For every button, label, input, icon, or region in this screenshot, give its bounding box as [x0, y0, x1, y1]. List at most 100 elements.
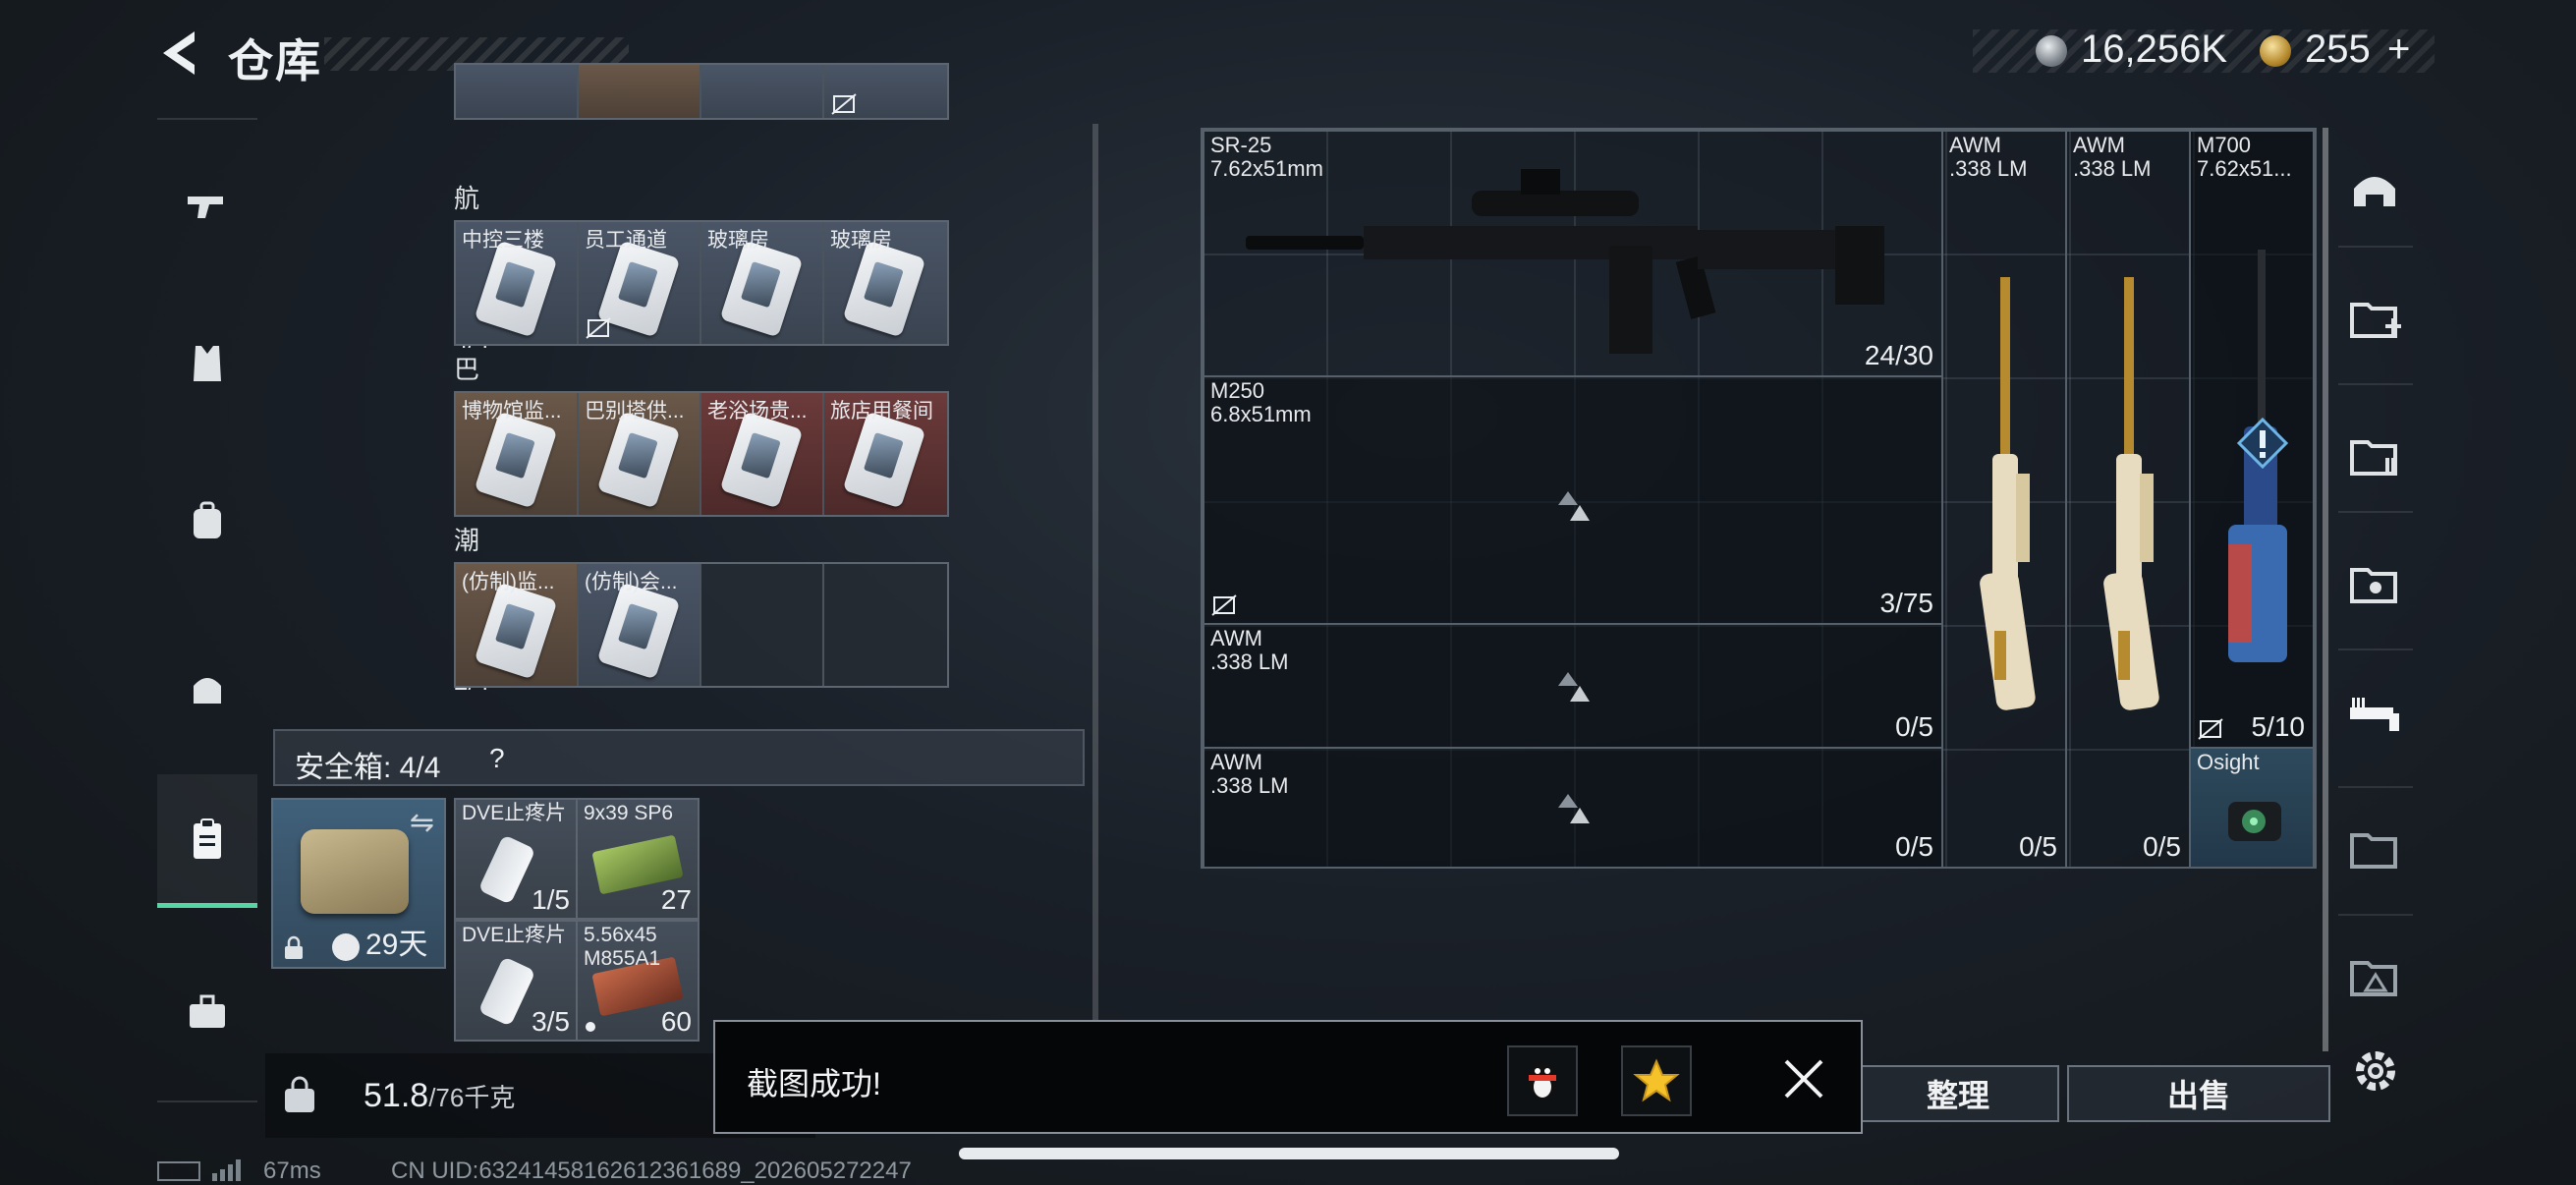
- keycard-label: 老浴场贵...: [707, 400, 808, 423]
- backpack-icon: [194, 501, 221, 538]
- nav-helmets[interactable]: [2330, 138, 2419, 246]
- ammo-count: 0/5: [1895, 711, 1933, 742]
- keycard-slot[interactable]: (仿制)会...: [579, 564, 701, 686]
- attachment-name: Osight: [2197, 750, 2260, 774]
- keycard-label: (仿制)会...: [585, 571, 678, 593]
- nav-gear[interactable]: [157, 629, 257, 747]
- nav-armor[interactable]: [157, 305, 257, 423]
- safebox-case[interactable]: ⇋ 29天: [271, 798, 446, 969]
- empty-keycard-slot[interactable]: [824, 564, 947, 686]
- warning-diamond-icon: [2236, 417, 2289, 470]
- home-indicator[interactable]: [959, 1148, 1619, 1159]
- keycard-image: [474, 240, 558, 338]
- keycard-image: [596, 582, 681, 680]
- silver-coin-icon: [2036, 35, 2067, 67]
- keycard-row-1: 中控三楼 员工通道 玻璃房 玻璃房: [454, 220, 949, 346]
- keycard-slot[interactable]: 旅店用餐间: [824, 393, 947, 515]
- nav-misc[interactable]: [2330, 796, 2419, 904]
- clipboard-icon: [194, 818, 221, 859]
- share-qq-button[interactable]: [1507, 1045, 1578, 1116]
- gold-add-button[interactable]: +: [2387, 28, 2410, 72]
- qq-penguin-icon: [1529, 1063, 1556, 1099]
- nav-equipment[interactable]: [2330, 531, 2419, 639]
- keycard-slot[interactable]: 中控三楼: [456, 222, 579, 344]
- weapon-name: AWM .338 LM: [1949, 133, 2028, 181]
- uid-readout: CN UID:632414581626123​61689_20260527224…: [391, 1157, 912, 1184]
- keycard-label: 巴别塔供...: [585, 400, 685, 423]
- stash-scrollbar[interactable]: [1092, 124, 1098, 1028]
- swap-icon[interactable]: ⇋: [410, 806, 434, 840]
- keycard-slot[interactable]: [456, 65, 579, 118]
- screenshot-toast: 截图成功!: [713, 1020, 1863, 1134]
- nav-special[interactable]: [2330, 924, 2419, 1032]
- keycard-slot[interactable]: 老浴场贵...: [701, 393, 824, 515]
- keycard-slot[interactable]: 玻璃房: [701, 222, 824, 344]
- back-arrow-icon[interactable]: [155, 28, 202, 79]
- ping-readout: 67ms: [263, 1157, 321, 1184]
- nav-ammo[interactable]: [2330, 403, 2419, 511]
- folder-medkit-icon: [2350, 303, 2401, 338]
- keycard-slot[interactable]: [824, 65, 947, 118]
- item-label: DVE止疼片: [462, 802, 567, 824]
- keycard-slot[interactable]: (仿制)监...: [456, 564, 579, 686]
- nav-weapons[interactable]: [157, 147, 257, 265]
- weapon-name: AWM .338 LM: [1210, 750, 1289, 798]
- rifle-image: [1246, 169, 1884, 354]
- painkiller-image: [477, 956, 536, 1027]
- safebox-item[interactable]: DVE止疼片 1/5: [454, 798, 578, 920]
- weapon-name: AWM .338 LM: [1210, 626, 1289, 674]
- attachment-slot-osight[interactable]: Osight: [2189, 747, 2315, 869]
- placeholder-icon: [1558, 491, 1590, 521]
- battery-icon: [157, 1161, 200, 1181]
- ammo-count: 0/5: [1895, 831, 1933, 862]
- keycard-slot[interactable]: 博物馆监...: [456, 393, 579, 515]
- keycard-slot[interactable]: 巴别塔供...: [579, 393, 701, 515]
- nav-toolbox[interactable]: [157, 953, 257, 1071]
- toast-message: 截图成功!: [747, 1066, 881, 1101]
- gold-amount: 255: [2305, 28, 2371, 71]
- rifle-rack-icon: [2350, 698, 2399, 731]
- weapon-slot-m250[interactable]: M250 6.8x51mm 3/75: [1203, 375, 1943, 625]
- keycard-slot[interactable]: [701, 65, 824, 118]
- keycard-label: (仿制)监...: [462, 571, 555, 593]
- weapon-slot-sr25[interactable]: SR-25 7.62x51mm 24/30: [1203, 130, 1943, 377]
- keycard-row-3: (仿制)监... (仿制)会...: [454, 562, 949, 688]
- weapon-slot-awm[interactable]: AWM .338 LM 0/5: [1203, 623, 1943, 749]
- helmet-icon: [2354, 177, 2395, 206]
- clock-icon: [332, 933, 360, 961]
- left-category-nav: [157, 118, 257, 1100]
- keycard-slot[interactable]: 玻璃房: [824, 222, 947, 344]
- weight-max: /76千克: [428, 1083, 516, 1112]
- weapon-slot-awm-gold[interactable]: AWM .338 LM 0/5: [2065, 130, 2191, 869]
- keycard-slot[interactable]: [579, 65, 701, 118]
- safebox-item[interactable]: DVE止疼片 3/5: [454, 920, 578, 1042]
- keycard-image: [842, 411, 926, 509]
- share-qzone-button[interactable]: [1621, 1045, 1692, 1116]
- weapon-slot-awm-gold[interactable]: AWM .338 LM 0/5: [1941, 130, 2067, 869]
- weapon-slot-awm[interactable]: AWM .338 LM 0/5: [1203, 747, 1943, 869]
- help-icon[interactable]: ?: [489, 743, 505, 774]
- nav-backpack[interactable]: [157, 462, 257, 580]
- gold-rifle-image: [2103, 277, 2159, 710]
- sell-button[interactable]: 出售: [2067, 1065, 2330, 1122]
- status-dot: [586, 1022, 595, 1032]
- ammo-count: 5/10: [2251, 711, 2306, 742]
- weapon-scrollbar[interactable]: [2323, 128, 2328, 1051]
- nav-medical[interactable]: [2330, 265, 2419, 373]
- toolbox-icon: [190, 994, 225, 1028]
- keycard-image: [474, 582, 558, 680]
- folder-camera-icon: [2350, 568, 2397, 603]
- keycard-slot[interactable]: 员工通道: [579, 222, 701, 344]
- nav-keycards[interactable]: [157, 774, 257, 908]
- empty-keycard-slot[interactable]: [701, 564, 824, 686]
- nav-rifles-active[interactable]: [2330, 658, 2419, 766]
- safebox-item[interactable]: 9x39 SP6 27: [576, 798, 700, 920]
- close-icon[interactable]: [1780, 1055, 1827, 1102]
- weapon-slot-m700[interactable]: M700 7.62x51... 5/10: [2189, 130, 2315, 749]
- safebox-item[interactable]: 5.56x45 M855A1 60: [576, 920, 700, 1042]
- settings-gear-icon[interactable]: [2348, 1044, 2403, 1099]
- ammo-count: 3/75: [1879, 588, 1934, 618]
- sort-button[interactable]: 整理: [1857, 1065, 2059, 1122]
- item-count: 60: [660, 1006, 692, 1037]
- keycard-label: 旅店用餐间: [830, 400, 933, 423]
